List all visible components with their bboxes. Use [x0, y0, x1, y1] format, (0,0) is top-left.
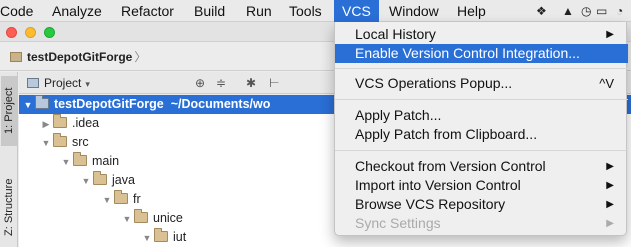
submenu-arrow-icon: ▶ — [606, 161, 614, 172]
expand-arrow-icon[interactable]: ▼ — [120, 210, 134, 229]
folder-icon — [134, 209, 148, 223]
project-icon — [27, 78, 39, 88]
menu-item-browse-repository[interactable]: Browse VCS Repository ▶ — [335, 195, 628, 214]
close-window-button[interactable] — [6, 27, 17, 38]
tree-node-label: src — [72, 135, 89, 149]
locate-icon[interactable]: ⊕ — [195, 75, 205, 91]
chevron-down-icon: ▾ — [85, 79, 90, 89]
menu-code[interactable]: Code — [0, 0, 33, 22]
project-panel-title: Project — [44, 76, 82, 90]
menu-vcs[interactable]: VCS — [334, 0, 379, 22]
breadcrumb[interactable]: testDepotGitForge 〉 — [6, 47, 150, 67]
submenu-arrow-icon: ▶ — [606, 180, 614, 191]
tool-window-sidebar: 1: Project Z: Structure — [0, 72, 18, 247]
project-view-selector[interactable]: Project ▾ — [27, 75, 90, 92]
submenu-arrow-icon: ▶ — [606, 218, 614, 229]
expand-arrow-icon[interactable]: ▼ — [39, 134, 53, 153]
tab-structure[interactable]: Z: Structure — [1, 168, 17, 246]
menu-run[interactable]: Run — [246, 0, 272, 22]
menu-item-label: Local History — [355, 26, 436, 42]
menu-refactor[interactable]: Refactor — [121, 0, 174, 22]
folder-icon — [10, 52, 22, 62]
menu-item-label: Enable Version Control Integration... — [355, 45, 580, 61]
tree-node-path: ~/Documents/wo — [170, 97, 271, 111]
menu-item-import[interactable]: Import into Version Control ▶ — [335, 176, 628, 195]
menu-item-apply-patch-clipboard[interactable]: Apply Patch from Clipboard... — [335, 125, 628, 144]
menu-bar: Code Analyze Refactor Build Run Tools VC… — [0, 0, 631, 22]
wifi-icon[interactable]: ◔ — [616, 3, 623, 19]
folder-icon — [53, 114, 67, 128]
tab-project[interactable]: 1: Project — [1, 76, 17, 146]
menu-item-shortcut: ^V — [599, 76, 614, 91]
tree-node-label: iut — [173, 230, 187, 244]
menu-item-checkout[interactable]: Checkout from Version Control ▶ — [335, 157, 628, 176]
menu-item-label: Apply Patch... — [355, 107, 442, 123]
menu-item-local-history[interactable]: Local History ▶ — [335, 25, 628, 44]
module-folder-icon — [35, 95, 49, 109]
folder-icon — [114, 190, 128, 204]
dropbox-icon[interactable]: ❖ — [536, 3, 547, 19]
breadcrumb-label: testDepotGitForge — [27, 50, 133, 64]
chevron-right-icon: 〉 — [134, 50, 147, 64]
tree-node-label: .idea — [72, 116, 100, 130]
folder-icon — [73, 152, 87, 166]
menu-analyze[interactable]: Analyze — [52, 0, 102, 22]
menu-item-enable-vcs-integration[interactable]: Enable Version Control Integration... — [335, 44, 628, 63]
expand-arrow-icon[interactable]: ▼ — [21, 96, 35, 115]
backup-icon[interactable]: ◷ — [581, 3, 591, 19]
expand-arrow-icon[interactable]: ▼ — [79, 172, 93, 191]
drive-icon[interactable]: ▲ — [562, 3, 574, 19]
menu-help[interactable]: Help — [457, 0, 486, 22]
tree-node-src[interactable]: ▼ src — [19, 133, 89, 152]
tree-node-label: java — [112, 173, 135, 187]
menu-item-label: Import into Version Control — [355, 177, 521, 193]
tree-node-main[interactable]: ▼ main — [19, 152, 119, 171]
tree-node-unice[interactable]: ▼ unice — [19, 209, 183, 228]
menu-item-label: Browse VCS Repository — [355, 196, 506, 212]
menu-build[interactable]: Build — [194, 0, 225, 22]
battery-icon[interactable]: ▭ — [596, 3, 607, 19]
tree-node-label: main — [92, 154, 120, 168]
menu-item-label: Checkout from Version Control — [355, 158, 546, 174]
collapse-arrow-icon[interactable]: ▶ — [39, 115, 53, 134]
tree-node-java[interactable]: ▼ java — [19, 171, 135, 190]
menu-item-vcs-operations-popup[interactable]: VCS Operations Popup... ^V — [335, 74, 628, 93]
tree-node-label: unice — [153, 211, 183, 225]
folder-icon — [154, 228, 168, 242]
minimize-window-button[interactable] — [25, 27, 36, 38]
menu-window[interactable]: Window — [389, 0, 439, 22]
gear-icon[interactable]: ✱ — [246, 75, 256, 91]
folder-icon — [53, 133, 67, 147]
menu-item-label: Apply Patch from Clipboard... — [355, 126, 538, 142]
tree-node-fr[interactable]: ▼ fr — [19, 190, 141, 209]
submenu-arrow-icon: ▶ — [606, 29, 614, 40]
menu-item-label: Sync Settings — [355, 215, 441, 231]
tree-node-iut[interactable]: ▼ iut — [19, 228, 186, 247]
menu-item-apply-patch[interactable]: Apply Patch... — [335, 106, 628, 125]
submenu-arrow-icon: ▶ — [606, 199, 614, 210]
menu-item-label: VCS Operations Popup... — [355, 75, 513, 91]
vcs-dropdown-menu: Local History ▶ Enable Version Control In… — [334, 22, 628, 236]
collapse-all-icon[interactable]: ≑ — [216, 75, 226, 91]
menu-separator — [335, 99, 628, 100]
tree-node-label: fr — [133, 192, 141, 206]
hide-panel-icon[interactable]: ⊢ — [269, 75, 279, 91]
menu-separator — [335, 68, 628, 69]
tree-node-idea[interactable]: ▶ .idea — [19, 114, 99, 133]
menu-tools[interactable]: Tools — [289, 0, 322, 22]
tree-node-label: testDepotGitForge — [54, 97, 164, 111]
expand-arrow-icon[interactable]: ▼ — [100, 191, 114, 210]
folder-icon — [93, 171, 107, 185]
expand-arrow-icon[interactable]: ▼ — [59, 153, 73, 172]
expand-arrow-icon[interactable]: ▼ — [140, 229, 154, 247]
zoom-window-button[interactable] — [44, 27, 55, 38]
menu-item-sync-settings: Sync Settings ▶ — [335, 214, 628, 233]
menu-separator — [335, 150, 628, 151]
